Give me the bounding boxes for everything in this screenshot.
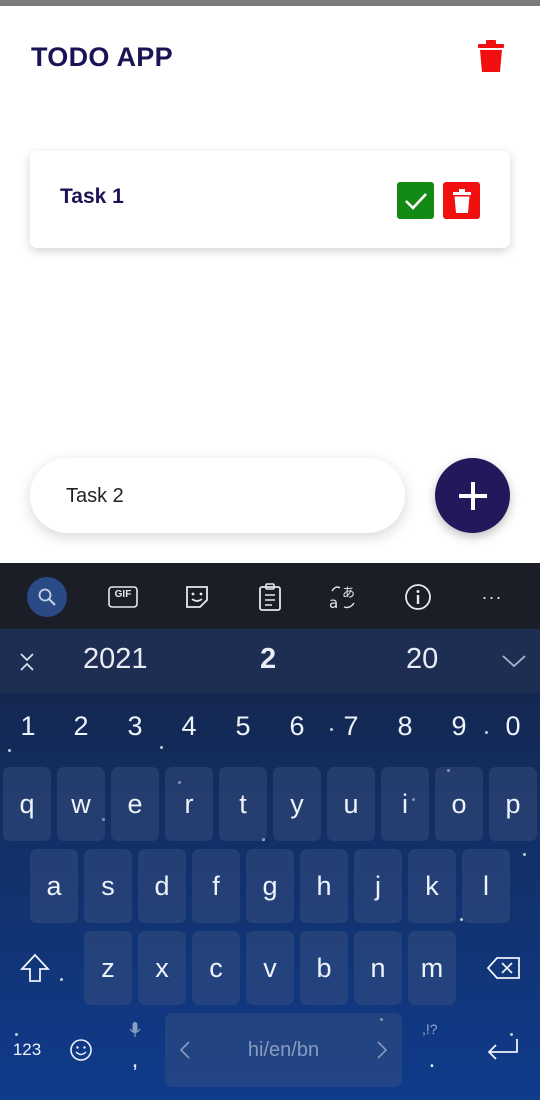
add-task-button[interactable] <box>435 458 510 533</box>
comma-label: , <box>131 1046 139 1073</box>
key-h[interactable]: h <box>300 849 348 923</box>
keyboard-toolbar: GIF a あ ··· <box>0 563 540 629</box>
cursor-right-icon <box>377 1041 388 1059</box>
key-b[interactable]: b <box>300 931 348 1005</box>
key-z[interactable]: z <box>84 931 132 1005</box>
period-key[interactable]: ,!? . <box>408 1013 456 1087</box>
key-j[interactable]: j <box>354 849 402 923</box>
key-t[interactable]: t <box>219 767 267 841</box>
key-0[interactable]: 0 <box>493 711 533 751</box>
shift-icon <box>19 953 51 982</box>
translate-button[interactable]: a あ <box>323 577 363 617</box>
emoji-key[interactable] <box>57 1013 105 1087</box>
period-label: . <box>428 1046 436 1073</box>
key-q[interactable]: q <box>3 767 51 841</box>
star-decoration <box>485 731 488 734</box>
key-4[interactable]: 4 <box>169 711 209 751</box>
more-icon: ··· <box>481 586 503 607</box>
symbols-label: 123 <box>12 1040 42 1059</box>
keyboard-search-button[interactable] <box>27 577 67 617</box>
key-s[interactable]: s <box>84 849 132 923</box>
svg-text:a: a <box>329 594 338 611</box>
info-icon <box>405 584 431 610</box>
enter-icon <box>487 1039 518 1060</box>
key-u[interactable]: u <box>327 767 375 841</box>
sticker-icon <box>186 586 208 608</box>
key-k[interactable]: k <box>408 849 456 923</box>
backspace-icon <box>487 957 520 979</box>
key-o[interactable]: o <box>435 767 483 841</box>
delete-task-button[interactable] <box>443 182 480 219</box>
key-1[interactable]: 1 <box>8 711 48 751</box>
check-icon <box>404 192 427 210</box>
suggestion-bar: 2021 2 20 <box>0 629 540 693</box>
collapse-icon[interactable] <box>18 651 36 673</box>
symbols-key[interactable]: 123 <box>3 1013 51 1087</box>
star-decoration <box>523 853 526 856</box>
space-language-label: hi/en/bn <box>247 1038 320 1061</box>
key-c[interactable]: c <box>192 931 240 1005</box>
key-v[interactable]: v <box>246 931 294 1005</box>
key-2[interactable]: 2 <box>61 711 101 751</box>
key-9[interactable]: 9 <box>439 711 479 751</box>
shift-key[interactable] <box>3 931 67 1005</box>
suggestion-1[interactable]: 2021 <box>83 643 148 676</box>
gif-button[interactable]: GIF <box>103 577 143 617</box>
enter-key[interactable] <box>470 1013 536 1087</box>
suggestion-3[interactable]: 20 <box>406 643 438 676</box>
key-y[interactable]: y <box>273 767 321 841</box>
clipboard-icon <box>259 583 281 611</box>
app-title: TODO APP <box>31 42 173 72</box>
svg-text:あ: あ <box>342 586 355 601</box>
gif-label: GIF <box>114 589 132 600</box>
task-title: Task 1 <box>60 185 124 208</box>
backspace-key[interactable] <box>472 931 536 1005</box>
clipboard-button[interactable] <box>250 577 290 617</box>
clear-all-trash-icon[interactable] <box>478 40 504 72</box>
key-6[interactable]: 6 <box>277 711 317 751</box>
task-card: Task 1 <box>30 151 510 248</box>
translate-icon: a あ <box>329 586 355 611</box>
search-icon <box>38 588 56 606</box>
complete-task-button[interactable] <box>397 182 434 219</box>
key-n[interactable]: n <box>354 931 402 1005</box>
space-key[interactable]: hi/en/bn <box>165 1013 402 1087</box>
key-7[interactable]: 7 <box>331 711 371 751</box>
key-p[interactable]: p <box>489 767 537 841</box>
key-a[interactable]: a <box>30 849 78 923</box>
key-e[interactable]: e <box>111 767 159 841</box>
expand-suggestions-icon[interactable] <box>501 654 527 668</box>
emoji-icon <box>70 1039 92 1061</box>
key-l[interactable]: l <box>462 849 510 923</box>
key-m[interactable]: m <box>408 931 456 1005</box>
key-f[interactable]: f <box>192 849 240 923</box>
key-3[interactable]: 3 <box>115 711 155 751</box>
new-task-field[interactable] <box>30 458 405 533</box>
info-button[interactable] <box>398 577 438 617</box>
microphone-icon <box>129 1022 141 1037</box>
key-i[interactable]: i <box>381 767 429 841</box>
trash-icon <box>452 188 471 213</box>
key-w[interactable]: w <box>57 767 105 841</box>
key-d[interactable]: d <box>138 849 186 923</box>
key-g[interactable]: g <box>246 849 294 923</box>
comma-key[interactable]: , <box>111 1013 159 1087</box>
sticker-button[interactable] <box>177 577 217 617</box>
plus-icon <box>458 481 487 510</box>
key-8[interactable]: 8 <box>385 711 425 751</box>
suggestion-2[interactable]: 2 <box>260 643 276 676</box>
star-decoration <box>160 746 163 749</box>
soft-keyboard: GIF a あ ··· 2021 2 20 1 2 3 4 5 6 7 8 9 … <box>0 563 540 1100</box>
key-x[interactable]: x <box>138 931 186 1005</box>
new-task-input[interactable] <box>66 480 366 512</box>
cursor-left-icon <box>179 1041 190 1059</box>
key-r[interactable]: r <box>165 767 213 841</box>
todo-app: TODO APP Task 1 <box>0 6 540 563</box>
punctuation-hint: ,!? <box>422 1021 438 1037</box>
more-options-button[interactable]: ··· <box>472 577 512 617</box>
key-5[interactable]: 5 <box>223 711 263 751</box>
